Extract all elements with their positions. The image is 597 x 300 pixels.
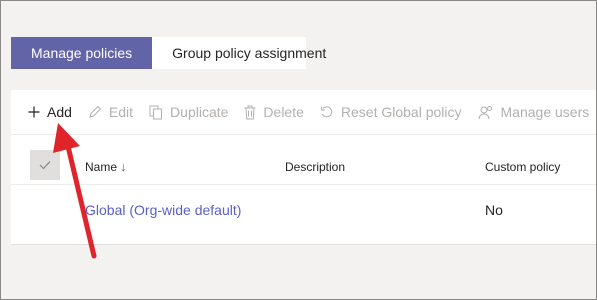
users-icon	[478, 105, 492, 119]
duplicate-icon	[149, 105, 163, 119]
add-label: Add	[47, 104, 72, 120]
policies-panel: Add Edit Duplicate Delete Reset Global p…	[11, 90, 597, 245]
pencil-icon	[89, 105, 102, 118]
duplicate-label: Duplicate	[170, 104, 229, 120]
tab-manage-policies[interactable]: Manage policies	[11, 37, 153, 69]
column-header-name[interactable]: Name ↓	[85, 148, 127, 184]
policy-name-link[interactable]: Global (Org-wide default)	[85, 202, 241, 218]
manage-users-button[interactable]: Manage users	[478, 104, 590, 120]
manage-users-label: Manage users	[500, 104, 590, 120]
trash-icon	[244, 105, 256, 119]
delete-button[interactable]: Delete	[244, 104, 304, 120]
edit-label: Edit	[108, 104, 134, 120]
duplicate-button[interactable]: Duplicate	[149, 104, 228, 120]
select-all-checkbox[interactable]	[30, 150, 60, 180]
sort-descending-icon: ↓	[120, 159, 127, 174]
add-button[interactable]: Add	[28, 104, 72, 120]
tab-group-policy-assignment[interactable]: Group policy assignment	[152, 37, 326, 69]
column-header-description[interactable]: Description	[285, 148, 345, 184]
column-name-label: Name	[85, 160, 118, 174]
reset-global-policy-button[interactable]: Reset Global policy	[320, 104, 462, 120]
delete-label: Delete	[263, 104, 304, 120]
plus-icon	[28, 106, 40, 118]
column-header-custom-policy[interactable]: Custom policy	[485, 148, 560, 184]
custom-policy-value: No	[485, 202, 503, 218]
table-header: Name ↓ Description Custom policy	[11, 148, 597, 185]
toolbar: Add Edit Duplicate Delete Reset Global p…	[11, 90, 597, 135]
table-row[interactable]: Global (Org-wide default) No	[11, 196, 597, 224]
policy-tabs: Manage policies Group policy assignment	[11, 37, 326, 69]
edit-button[interactable]: Edit	[88, 104, 133, 120]
reset-icon	[320, 106, 333, 118]
reset-global-policy-label: Reset Global policy	[340, 104, 462, 120]
checkmark-icon	[39, 161, 51, 170]
